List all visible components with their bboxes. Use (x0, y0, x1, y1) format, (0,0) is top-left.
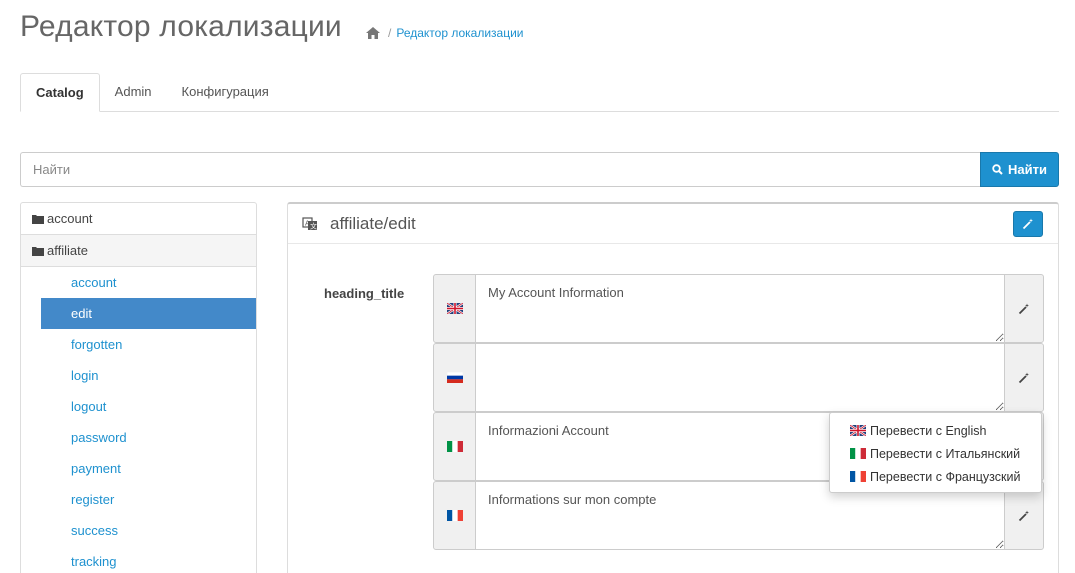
search-button-label: Найти (1008, 162, 1047, 177)
tab-bar: Catalog Admin Конфигурация (20, 73, 1059, 112)
france-flag-icon (446, 510, 463, 521)
language-icon: A 文 (302, 216, 317, 230)
tree-item-forgotten[interactable]: forgotten (41, 329, 256, 360)
magic-wand-icon (1022, 218, 1033, 230)
translation-row-russian (433, 343, 1044, 412)
translation-row-english: My Account Information (433, 274, 1044, 343)
translation-input-english[interactable]: My Account Information (476, 274, 1004, 343)
home-icon[interactable] (366, 27, 380, 39)
tree-folder-account[interactable]: account (21, 203, 256, 235)
translate-from-english[interactable]: Перевести с English (830, 419, 1041, 442)
breadcrumb-separator: / (388, 26, 392, 40)
translate-button-english[interactable] (1004, 274, 1044, 343)
dropdown-item-label: Перевести с English (870, 423, 987, 438)
tree-item-login[interactable]: login (41, 360, 256, 391)
page-title: Редактор локализации (20, 10, 342, 43)
tab-catalog[interactable]: Catalog (20, 73, 100, 112)
tree-folder-label: affiliate (47, 243, 88, 258)
uk-flag-icon (446, 303, 463, 314)
tab-configuration[interactable]: Конфигурация (167, 73, 284, 112)
france-flag-icon (850, 471, 866, 482)
translate-all-button[interactable] (1013, 211, 1043, 237)
tree-item-logout[interactable]: logout (41, 391, 256, 422)
file-tree: account affiliate account edit forgotten… (20, 202, 257, 573)
dropdown-item-label: Перевести с Французский (870, 469, 1021, 484)
tab-admin[interactable]: Admin (100, 73, 167, 112)
tree-item-register[interactable]: register (41, 484, 256, 515)
russia-flag-icon (446, 372, 463, 383)
tree-item-password[interactable]: password (41, 422, 256, 453)
flag-cell (433, 481, 476, 550)
tree-item-account[interactable]: account (41, 267, 256, 298)
folder-icon (32, 214, 44, 224)
breadcrumb-link[interactable]: Редактор локализации (396, 26, 523, 40)
search-input[interactable] (20, 152, 980, 187)
flag-cell (433, 274, 476, 343)
tree-item-payment[interactable]: payment (41, 453, 256, 484)
panel-header: A 文 affiliate/edit (288, 204, 1058, 244)
field-label: heading_title (324, 286, 405, 301)
editor-panel: A 文 affiliate/edit heading_title My Acco… (287, 202, 1059, 573)
tree-item-tracking[interactable]: tracking (41, 546, 256, 573)
translate-button-russian[interactable] (1004, 343, 1044, 412)
tree-folder-label: account (47, 211, 93, 226)
tree-item-edit[interactable]: edit (41, 298, 256, 329)
panel-title: affiliate/edit (330, 213, 416, 233)
svg-text:文: 文 (310, 221, 317, 230)
search-icon (992, 164, 1003, 175)
translate-dropdown-menu: Перевести с English Перевести с Итальянс… (829, 412, 1042, 493)
flag-cell (433, 412, 476, 481)
search-bar: Найти (20, 152, 1059, 187)
dropdown-item-label: Перевести с Итальянский (870, 446, 1021, 461)
magic-wand-icon (1018, 372, 1029, 383)
translate-from-italian[interactable]: Перевести с Итальянский (830, 442, 1041, 465)
italy-flag-icon (446, 441, 463, 452)
italy-flag-icon (850, 448, 866, 459)
translate-from-french[interactable]: Перевести с Французский (830, 465, 1041, 488)
breadcrumb: / Редактор локализации (366, 26, 524, 40)
search-button[interactable]: Найти (980, 152, 1059, 187)
translation-input-russian[interactable] (476, 343, 1004, 412)
uk-flag-icon (850, 425, 866, 436)
folder-icon (32, 246, 44, 256)
tree-folder-affiliate[interactable]: affiliate (21, 235, 256, 267)
magic-wand-icon (1018, 303, 1029, 314)
magic-wand-icon (1018, 510, 1029, 521)
tree-item-success[interactable]: success (41, 515, 256, 546)
flag-cell (433, 343, 476, 412)
